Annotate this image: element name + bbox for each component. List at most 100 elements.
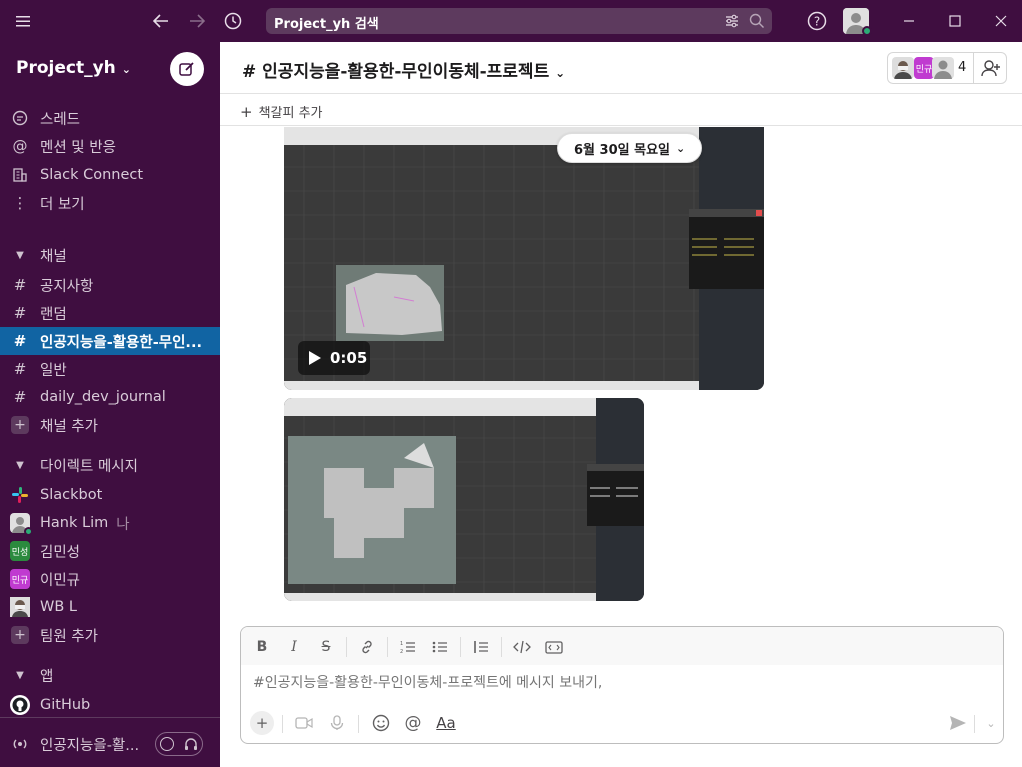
huddle-label: 인공지능을-활...: [40, 737, 140, 754]
help-icon[interactable]: ?: [805, 9, 829, 33]
play-icon: [309, 351, 321, 365]
compose-icon: [179, 62, 194, 76]
members-button[interactable]: 민규 4: [887, 52, 1007, 84]
channels-section-header[interactable]: ▼ 채널: [0, 241, 220, 269]
send-icon[interactable]: [946, 711, 970, 735]
sidebar-item-slack-connect[interactable]: Slack Connect: [0, 161, 220, 189]
member-avatar: 민규: [914, 57, 934, 79]
huddle-channel[interactable]: 인공지능을-활...: [0, 730, 150, 758]
channel-header: # 인공지능을-활용한-무인이동체-프로젝트 ⌄ 민규 4: [220, 42, 1022, 94]
minimize-icon[interactable]: [897, 9, 921, 33]
caret-down-icon: ▼: [16, 459, 24, 471]
sidebar-item-app[interactable]: GitHub: [0, 691, 220, 719]
send-options-chevron-icon[interactable]: ⌄: [979, 711, 1003, 735]
microphone-icon[interactable]: [325, 711, 349, 735]
threads-icon: [0, 110, 40, 126]
sidebar-item-label: 멘션 및 반응: [40, 139, 116, 156]
huddle-bar: 인공지능을-활...: [0, 717, 220, 767]
add-member-button[interactable]: + 팀원 추가: [0, 621, 220, 649]
attach-plus-button[interactable]: +: [250, 711, 274, 735]
section-label: 다이렉트 메시지: [40, 458, 138, 475]
link-icon[interactable]: [357, 637, 377, 657]
search-text: Project_yh 검색: [274, 17, 379, 32]
sidebar-item-channel-active[interactable]: # 인공지능을-활용한-무인...: [0, 327, 220, 355]
bold-icon[interactable]: B: [252, 637, 272, 657]
plus-icon: +: [240, 103, 253, 121]
plus-icon: +: [0, 416, 40, 434]
format-text-aa-button[interactable]: Aa: [433, 711, 459, 735]
compose-button[interactable]: [170, 52, 204, 86]
slackbot-avatar-icon: [10, 485, 30, 505]
image-attachment[interactable]: [284, 398, 644, 601]
hash-icon: #: [13, 332, 27, 350]
workspace-name[interactable]: Project_yh ⌄: [16, 58, 131, 78]
date-label: 6월 30일 목요일: [574, 142, 670, 158]
hamburger-menu-icon[interactable]: [11, 9, 35, 33]
divider: [387, 637, 388, 657]
sidebar-item-channel[interactable]: # 랜덤: [0, 299, 220, 327]
video-camera-icon[interactable]: [292, 711, 316, 735]
divider: [501, 637, 502, 657]
presence-dot-icon: [24, 527, 33, 536]
member-avatar: [932, 57, 954, 79]
search-icon[interactable]: [749, 13, 765, 33]
presence-dot-icon: [862, 26, 872, 36]
filter-sliders-icon[interactable]: [724, 13, 740, 33]
add-member-icon[interactable]: [981, 59, 1001, 81]
hash-icon: #: [13, 388, 27, 406]
section-label: 채널: [40, 248, 67, 265]
sidebar-item-dm[interactable]: 민규 이민규: [0, 565, 220, 593]
channel-label: 인공지능을-활용한-무인...: [40, 334, 202, 351]
message-input[interactable]: [253, 675, 993, 691]
sidebar-item-dm[interactable]: Hank Lim 나: [0, 509, 220, 537]
avatar: 민규: [10, 569, 30, 589]
avatar: [10, 513, 33, 536]
channel-title[interactable]: # 인공지능을-활용한-무인이동체-프로젝트 ⌄: [242, 57, 565, 82]
sidebar-item-dm[interactable]: 민성 김민성: [0, 537, 220, 565]
more-icon: ⋮: [12, 194, 28, 212]
add-channel-label: 채널 추가: [40, 418, 98, 435]
self-indicator: 나: [116, 516, 130, 533]
video-play-button[interactable]: 0:05: [298, 341, 370, 375]
code-icon[interactable]: [512, 637, 532, 657]
search-bar[interactable]: Project_yh 검색: [266, 8, 772, 34]
code-block-icon[interactable]: [544, 637, 564, 657]
maximize-icon[interactable]: [943, 9, 967, 33]
dm-section-header[interactable]: ▼ 다이렉트 메시지: [0, 451, 220, 479]
huddle-icon: [0, 736, 40, 752]
section-label: 앱: [40, 668, 54, 685]
headphones-icon: [183, 736, 199, 756]
sidebar-item-mentions[interactable]: @ 멘션 및 반응: [0, 132, 220, 160]
history-clock-icon[interactable]: [221, 9, 245, 33]
add-channel-button[interactable]: + 채널 추가: [0, 411, 220, 439]
add-bookmark-button[interactable]: + 책갈피 추가: [240, 102, 323, 121]
rviz-map-screenshot: [284, 398, 644, 601]
date-divider-pill[interactable]: 6월 30일 목요일 ⌄: [557, 133, 703, 163]
italic-icon[interactable]: I: [284, 637, 304, 657]
divider: [282, 715, 283, 733]
apps-section-header[interactable]: ▼ 앱: [0, 661, 220, 689]
at-icon: @: [12, 137, 28, 155]
sidebar-item-dm[interactable]: Slackbot: [0, 481, 220, 509]
huddle-toggle[interactable]: [155, 732, 203, 756]
strikethrough-icon[interactable]: S: [316, 637, 336, 657]
sidebar-item-channel[interactable]: # 공지사항: [0, 271, 220, 299]
ordered-list-icon[interactable]: 12: [398, 637, 418, 657]
sidebar-item-threads[interactable]: 스레드: [0, 104, 220, 132]
sidebar-item-channel[interactable]: # daily_dev_journal: [0, 383, 220, 411]
close-icon[interactable]: [989, 9, 1013, 33]
sidebar-item-channel[interactable]: # 일반: [0, 355, 220, 383]
emoji-icon[interactable]: [369, 711, 393, 735]
sidebar-item-dm[interactable]: WB L: [0, 593, 220, 621]
dm-label: 김민성: [40, 544, 81, 561]
dm-label: Slackbot: [40, 487, 103, 503]
back-arrow-icon[interactable]: [149, 9, 173, 33]
bulleted-list-icon[interactable]: [430, 637, 450, 657]
channel-label: 랜덤: [40, 306, 67, 323]
video-attachment[interactable]: 0:05: [284, 127, 764, 390]
blockquote-icon[interactable]: [471, 637, 491, 657]
forward-arrow-icon[interactable]: [185, 9, 209, 33]
sidebar-item-more[interactable]: ⋮ 더 보기: [0, 189, 220, 217]
mention-at-icon[interactable]: @: [401, 711, 425, 735]
dm-label: Hank Lim: [40, 515, 109, 531]
